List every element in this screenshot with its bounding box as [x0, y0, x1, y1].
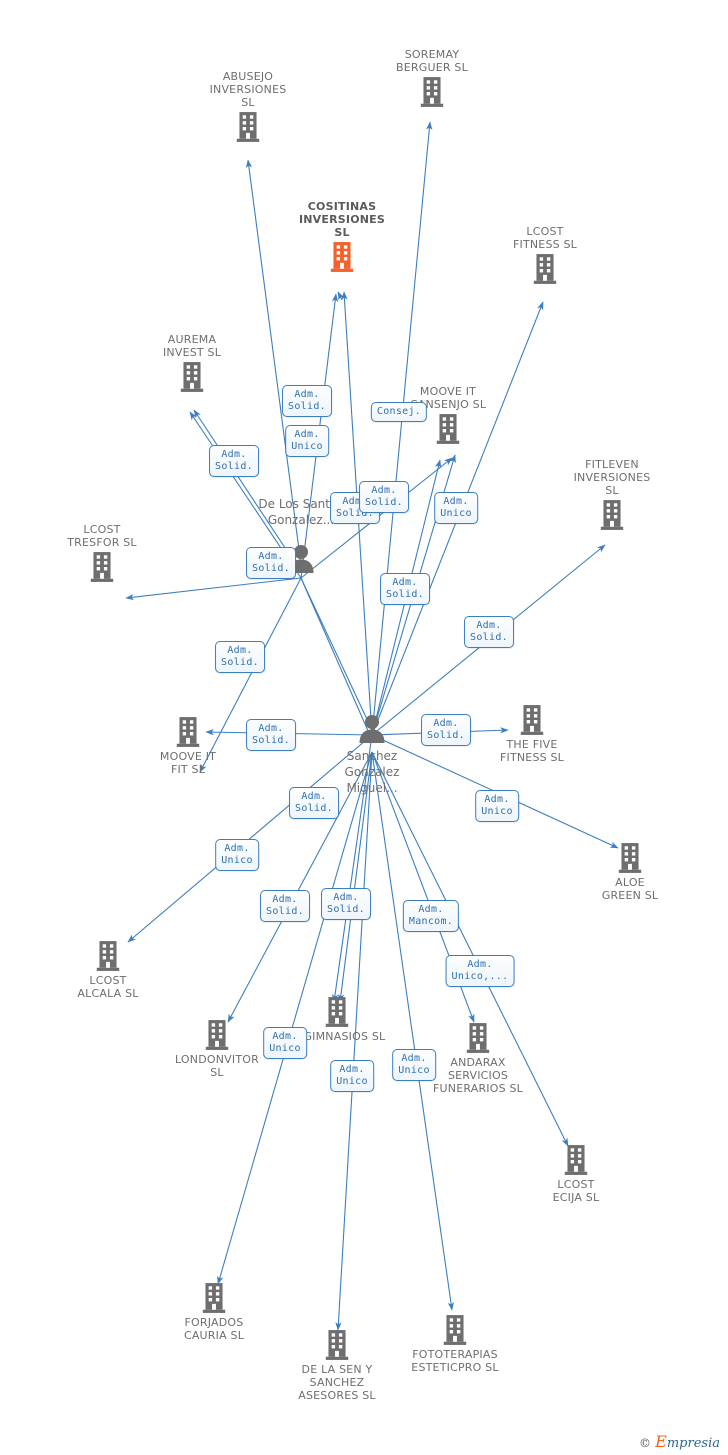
- company-node[interactable]: AUREMA INVEST SL: [122, 333, 262, 393]
- edge-role-label[interactable]: Adm. Unico,...: [445, 955, 515, 987]
- company-node-label: FOTOTERAPIAS ESTETICPRO SL: [411, 1348, 499, 1374]
- edge-role-label[interactable]: Adm. Solid.: [464, 616, 514, 648]
- company-node[interactable]: ALOE GREEN SL: [560, 842, 700, 902]
- company-node[interactable]: FORJADOS CAURIA SL: [144, 1282, 284, 1342]
- brand-initial: E: [655, 1432, 667, 1451]
- building-icon: [443, 1315, 467, 1345]
- company-node-label: LCOST ALCALA SL: [77, 974, 139, 1000]
- graph-edge[interactable]: [337, 291, 345, 301]
- edge-role-label[interactable]: Adm. Solid.: [246, 719, 296, 751]
- edge-role-label[interactable]: Adm. Solid.: [380, 573, 430, 605]
- building-icon: [520, 705, 544, 735]
- edge-role-label[interactable]: Adm. Solid.: [246, 547, 296, 579]
- building-icon: [90, 552, 114, 582]
- copyright-symbol: ©: [639, 1436, 652, 1450]
- graph-edge[interactable]: [300, 577, 373, 731]
- edge-role-label[interactable]: Adm. Unico: [392, 1049, 436, 1081]
- edge-role-label[interactable]: Consej.: [370, 402, 428, 422]
- edge-role-label[interactable]: Adm. Solid.: [282, 385, 332, 417]
- company-node-label: THE FIVE FITNESS SL: [499, 738, 565, 764]
- company-node[interactable]: LCOST TRESFOR SL: [32, 523, 172, 583]
- building-icon: [96, 941, 120, 971]
- building-icon: [420, 77, 444, 107]
- company-node-label: FITLEVEN INVERSIONES SL: [573, 458, 651, 497]
- edge-role-label[interactable]: Adm. Solid.: [260, 890, 310, 922]
- company-node-label: MOOVE IT FIT SL: [159, 750, 217, 776]
- company-node[interactable]: LCOST FITNESS SL: [475, 225, 615, 285]
- company-node-label: AUREMA INVEST SL: [162, 333, 222, 359]
- edge-role-label[interactable]: Adm. Unico: [263, 1027, 307, 1059]
- edge-role-label[interactable]: Adm. Solid.: [421, 714, 471, 746]
- person-icon: [359, 715, 385, 743]
- edge-role-label[interactable]: Adm. Unico: [285, 425, 329, 457]
- building-icon: [325, 1330, 349, 1360]
- company-node[interactable]: LCOST ALCALA SL: [38, 940, 178, 1000]
- company-node[interactable]: ABUSEJO INVERSIONES SL: [178, 70, 318, 143]
- company-node-label: FORJADOS CAURIA SL: [183, 1316, 245, 1342]
- brand-name: mpresia: [666, 1436, 720, 1451]
- edge-role-label[interactable]: Adm. Solid.: [359, 481, 409, 513]
- company-node[interactable]: THE FIVE FITNESS SL: [462, 704, 602, 764]
- company-node[interactable]: COSITINAS INVERSIONES SL: [272, 200, 412, 273]
- company-node[interactable]: SOREMAY BERGUER SL: [362, 48, 502, 108]
- company-node-label: LCOST FITNESS SL: [512, 225, 578, 251]
- building-icon: [202, 1283, 226, 1313]
- building-icon: [176, 717, 200, 747]
- building-icon: [325, 997, 349, 1027]
- company-node-label: ALOE GREEN SL: [601, 876, 659, 902]
- watermark: © Empresia: [639, 1432, 720, 1451]
- building-icon: [436, 414, 460, 444]
- company-node-label: LCOST TRESFOR SL: [67, 523, 137, 549]
- edge-role-label[interactable]: Adm. Solid.: [321, 888, 371, 920]
- company-node[interactable]: LCOST ECIJA SL: [506, 1144, 646, 1204]
- building-icon: [180, 362, 204, 392]
- edge-role-label[interactable]: Adm. Mancom.: [402, 900, 460, 932]
- company-node-label: SOREMAY BERGUER SL: [396, 48, 468, 74]
- edge-role-label[interactable]: Adm. Solid.: [209, 445, 259, 477]
- edge-role-label[interactable]: Adm. Solid.: [289, 787, 339, 819]
- building-icon: [466, 1023, 490, 1053]
- building-icon: [600, 500, 624, 530]
- company-node-label: COSITINAS INVERSIONES SL: [298, 200, 385, 239]
- edge-role-label[interactable]: Adm. Solid.: [215, 641, 265, 673]
- building-icon: [330, 242, 354, 272]
- building-icon: [533, 254, 557, 284]
- building-icon: [618, 843, 642, 873]
- company-node-label: LCOST ECIJA SL: [552, 1178, 600, 1204]
- edge-role-label[interactable]: Adm. Unico: [475, 790, 519, 822]
- building-icon: [236, 112, 260, 142]
- company-node[interactable]: FOTOTERAPIAS ESTETICPRO SL: [385, 1314, 525, 1374]
- company-node-label: ABUSEJO INVERSIONES SL: [209, 70, 287, 109]
- company-node[interactable]: FITLEVEN INVERSIONES SL: [542, 458, 682, 531]
- edge-role-label[interactable]: Adm. Unico: [215, 839, 259, 871]
- person-node[interactable]: Sanchez Gonzalez Miguel...: [307, 713, 437, 796]
- edge-role-label[interactable]: Adm. Unico: [434, 492, 478, 524]
- building-icon: [205, 1020, 229, 1050]
- company-node[interactable]: MOOVE IT FIT SL: [118, 716, 258, 776]
- building-icon: [564, 1145, 588, 1175]
- relationship-graph[interactable]: ABUSEJO INVERSIONES SL SOREMAY BERGUER SL…: [0, 0, 728, 1455]
- edge-role-label[interactable]: Adm. Unico: [330, 1060, 374, 1092]
